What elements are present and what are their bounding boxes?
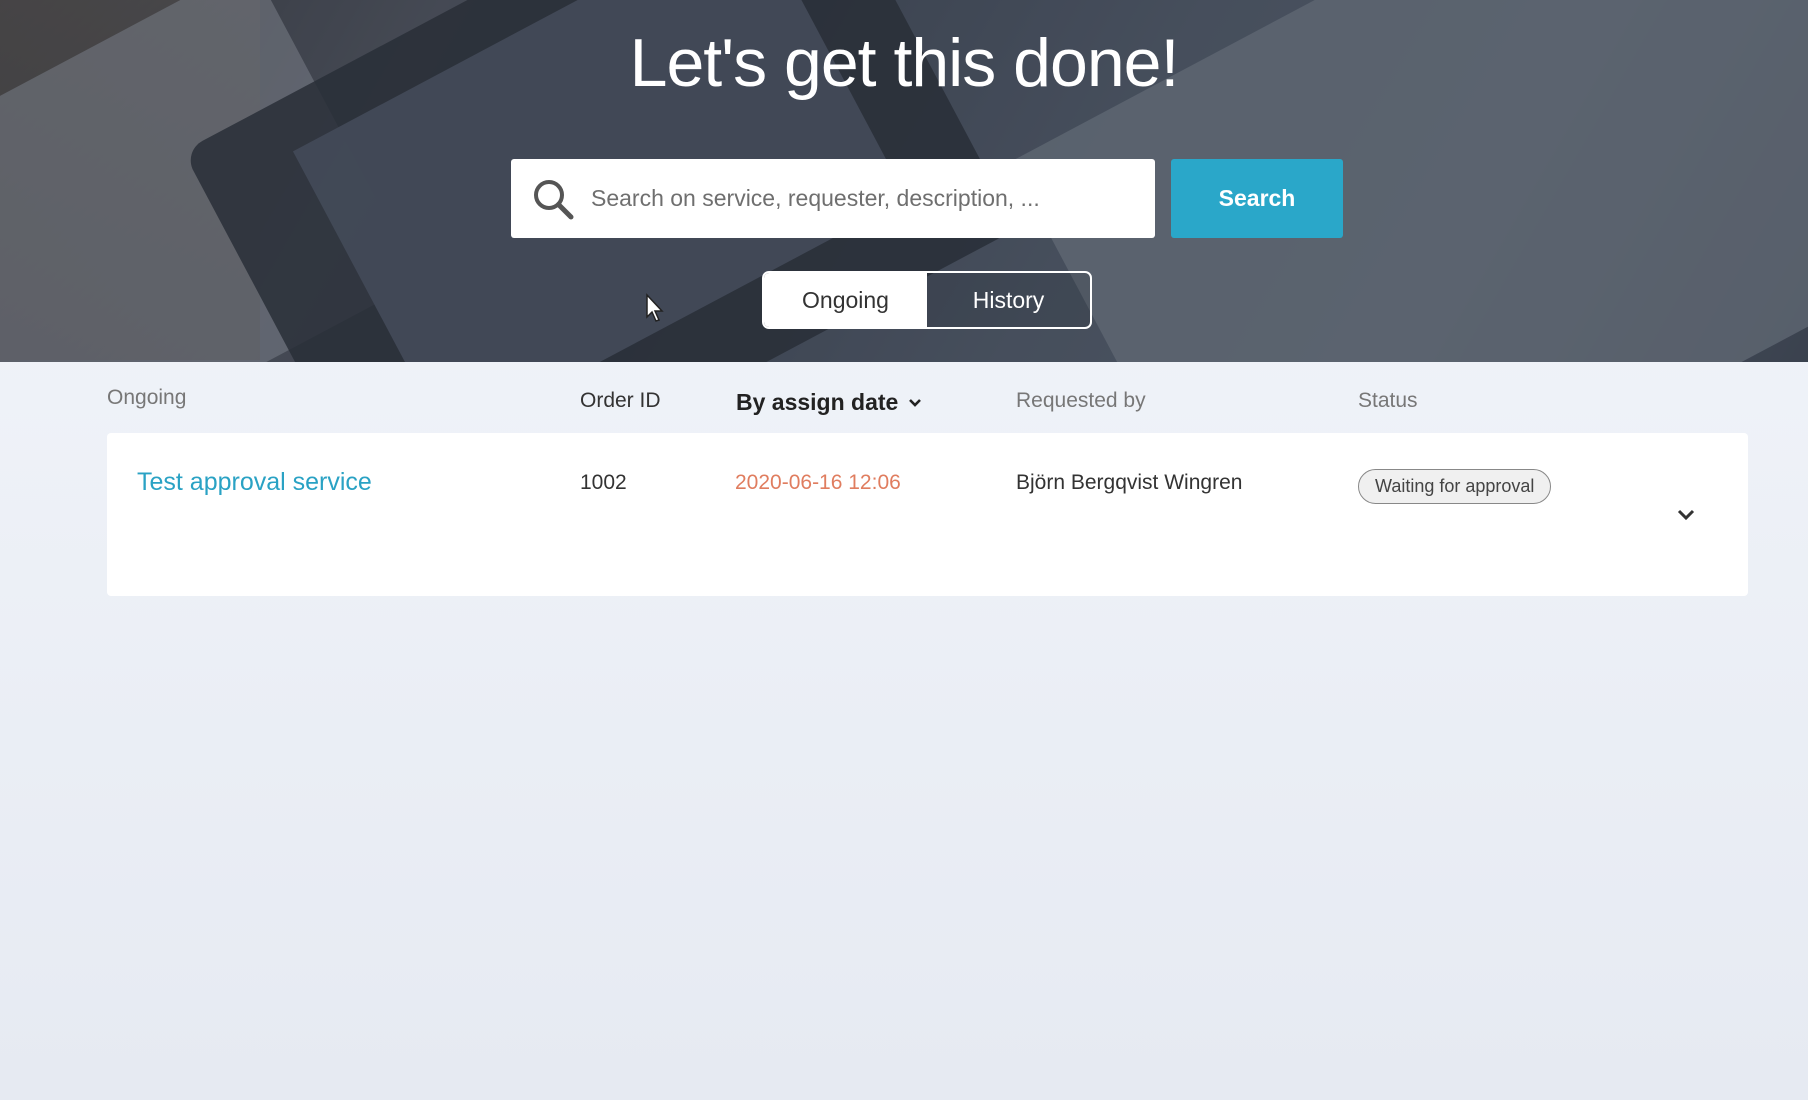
assign-date: 2020-06-16 12:06 xyxy=(735,471,901,494)
search-icon xyxy=(534,179,574,219)
requested-by-header: Requested by xyxy=(1016,389,1146,412)
sort-dropdown[interactable]: By assign date xyxy=(736,389,922,416)
status-header: Status xyxy=(1358,389,1418,412)
order-id: 1002 xyxy=(580,471,627,494)
section-label: Ongoing xyxy=(107,386,187,409)
order-id-header: Order ID xyxy=(580,389,661,412)
view-toggle: Ongoing History xyxy=(762,271,1092,329)
page-title: Let's get this done! xyxy=(629,25,1180,101)
mouse-cursor-icon xyxy=(646,293,664,322)
search-input[interactable] xyxy=(591,168,1155,229)
toggle-ongoing[interactable]: Ongoing xyxy=(764,273,927,327)
service-link[interactable]: Test approval service xyxy=(137,468,372,497)
chevron-down-icon xyxy=(909,398,922,407)
requester-name: Björn Bergqvist Wingren xyxy=(1016,471,1243,494)
sort-label: By assign date xyxy=(736,389,899,415)
search-box[interactable] xyxy=(511,159,1155,238)
hero-banner: Let's get this done! Search Ongoing Hist… xyxy=(0,0,1808,362)
status-badge: Waiting for approval xyxy=(1358,469,1552,504)
table-row[interactable] xyxy=(107,433,1748,596)
search-button[interactable]: Search xyxy=(1171,159,1343,238)
expand-chevron-icon[interactable] xyxy=(1675,504,1697,526)
toggle-history[interactable]: History xyxy=(927,273,1090,327)
